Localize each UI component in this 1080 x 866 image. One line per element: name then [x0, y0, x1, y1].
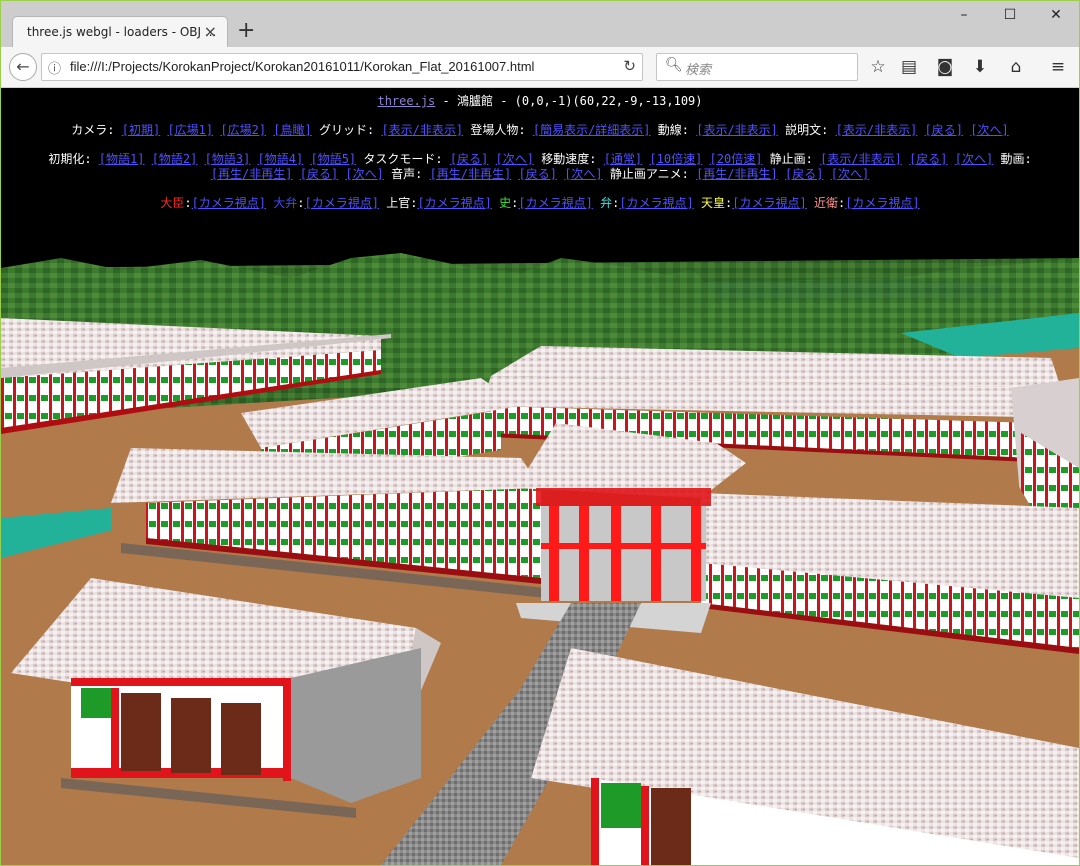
path-toggle-link[interactable]: [表示/非表示] — [696, 123, 778, 137]
camera-initial-link[interactable]: [初期] — [122, 123, 160, 137]
camera-plaza1-link[interactable]: [広場1] — [167, 123, 213, 137]
browser-tab[interactable]: three.js webgl - loaders - OBJ ... × — [13, 17, 227, 47]
search-input[interactable]: 🔍︎ 検索 — [656, 53, 858, 81]
search-icon: 🔍︎ — [665, 57, 683, 73]
home-icon[interactable]: ⌂ — [1005, 57, 1027, 77]
speed-normal-link[interactable]: [通常] — [604, 152, 642, 166]
role-konoe-camera-link[interactable]: [カメラ視点] — [845, 196, 919, 210]
role-ben: 弁 — [600, 196, 613, 210]
roles-row: 大臣:[カメラ視点] 大弁:[カメラ視点] 上官:[カメラ視点] 史:[カメラ視… — [160, 196, 920, 210]
role-minister: 大臣 — [160, 196, 185, 210]
tab-title: three.js webgl - loaders - OBJ ... — [27, 25, 217, 39]
anim-play-link[interactable]: [再生/非再生] — [696, 167, 778, 181]
still-back-link[interactable]: [戻る] — [909, 152, 947, 166]
browser-window: three.js webgl - loaders - OBJ ... × + –… — [0, 0, 1080, 866]
control-row-3: [再生/非再生] [戻る] [次へ] 音声: [再生/非再生] [戻る] [次へ… — [210, 167, 870, 181]
story2-link[interactable]: [物語2] — [152, 152, 198, 166]
role-minister-camera-link[interactable]: [カメラ視点] — [192, 196, 266, 210]
anim-next-link[interactable]: [次へ] — [831, 167, 869, 181]
camera-plaza2-link[interactable]: [広場2] — [220, 123, 266, 137]
task-back-link[interactable]: [戻る] — [450, 152, 488, 166]
role-shi: 史 — [499, 196, 512, 210]
audio-next-link[interactable]: [次へ] — [564, 167, 602, 181]
pocket-icon[interactable]: ◙ — [934, 57, 956, 77]
title-bar: three.js webgl - loaders - OBJ ... × + –… — [1, 1, 1079, 47]
grid-toggle-link[interactable]: [表示/非表示] — [381, 123, 463, 137]
back-arrow-icon[interactable]: ← — [9, 53, 37, 81]
role-jokan: 上官 — [386, 196, 411, 210]
video-back-link[interactable]: [戻る] — [300, 167, 338, 181]
role-konoe: 近衛 — [813, 196, 838, 210]
task-next-link[interactable]: [次へ] — [496, 152, 534, 166]
download-icon[interactable]: ⬇ — [969, 57, 991, 77]
role-emperor: 天皇 — [701, 196, 726, 210]
video-play-link[interactable]: [再生/非再生] — [211, 167, 293, 181]
speed-10x-link[interactable]: [10倍速] — [649, 152, 702, 166]
search-placeholder: 検索 — [685, 63, 712, 78]
story3-link[interactable]: [物語3] — [205, 152, 251, 166]
new-tab-icon[interactable]: + — [237, 19, 255, 43]
speed-20x-link[interactable]: [20倍速] — [710, 152, 763, 166]
story5-link[interactable]: [物語5] — [310, 152, 356, 166]
role-emperor-camera-link[interactable]: [カメラ視点] — [732, 196, 806, 210]
anim-back-link[interactable]: [戻る] — [785, 167, 823, 181]
camera-coords: - (0,0,-1)(60,22,-9,-13,109) — [492, 94, 703, 108]
still-toggle-link[interactable]: [表示/非表示] — [820, 152, 902, 166]
desc-back-link[interactable]: [戻る] — [925, 123, 963, 137]
navigation-bar: ← ⓘ file:///I:/Projects/KorokanProject/K… — [1, 47, 1079, 88]
url-bar[interactable]: ⓘ file:///I:/Projects/KorokanProject/Kor… — [41, 53, 643, 81]
reload-icon[interactable]: ↻ — [623, 57, 636, 75]
control-row-2: 初期化: [物語1] [物語2] [物語3] [物語4] [物語5] タスクモー… — [48, 152, 1032, 166]
bookmark-star-icon[interactable]: ☆ — [867, 57, 889, 77]
url-text[interactable]: file:///I:/Projects/KorokanProject/Korok… — [70, 59, 534, 74]
threejs-link[interactable]: three.js — [377, 94, 435, 108]
audio-back-link[interactable]: [戻る] — [519, 167, 557, 181]
story4-link[interactable]: [物語4] — [258, 152, 304, 166]
header-line: three.js - 鴻臚館 - (0,0,-1)(60,22,-9,-13,1… — [377, 94, 703, 108]
camera-birdseye-link[interactable]: [鳥瞰] — [273, 123, 311, 137]
role-daiben-camera-link[interactable]: [カメラ視点] — [305, 196, 379, 210]
desc-next-link[interactable]: [次へ] — [970, 123, 1008, 137]
page-title: 鴻臚館 — [456, 94, 493, 108]
video-next-link[interactable]: [次へ] — [345, 167, 383, 181]
close-tab-icon[interactable]: × — [204, 22, 217, 41]
page-viewport: three.js - 鴻臚館 - (0,0,-1)(60,22,-9,-13,1… — [1, 88, 1079, 865]
close-window-icon[interactable]: ✕ — [1033, 7, 1079, 27]
still-next-link[interactable]: [次へ] — [955, 152, 993, 166]
role-daiben: 大弁 — [273, 196, 298, 210]
menu-icon[interactable]: ≡ — [1047, 57, 1069, 77]
minimize-icon[interactable]: – — [941, 7, 987, 27]
maximize-icon[interactable]: ☐ — [987, 7, 1033, 27]
role-shi-camera-link[interactable]: [カメラ視点] — [518, 196, 592, 210]
audio-play-link[interactable]: [再生/非再生] — [430, 167, 512, 181]
desc-toggle-link[interactable]: [表示/非表示] — [836, 123, 918, 137]
reader-icon[interactable]: ▤ — [898, 57, 920, 77]
role-ben-camera-link[interactable]: [カメラ視点] — [619, 196, 693, 210]
info-icon[interactable]: ⓘ — [48, 58, 61, 77]
story1-link[interactable]: [物語1] — [99, 152, 145, 166]
role-jokan-camera-link[interactable]: [カメラ視点] — [417, 196, 491, 210]
people-display-link[interactable]: [簡易表示/詳細表示] — [533, 123, 651, 137]
control-row-1: カメラ: [初期] [広場1] [広場2] [鳥瞰] グリッド: [表示/非表示… — [71, 123, 1009, 137]
